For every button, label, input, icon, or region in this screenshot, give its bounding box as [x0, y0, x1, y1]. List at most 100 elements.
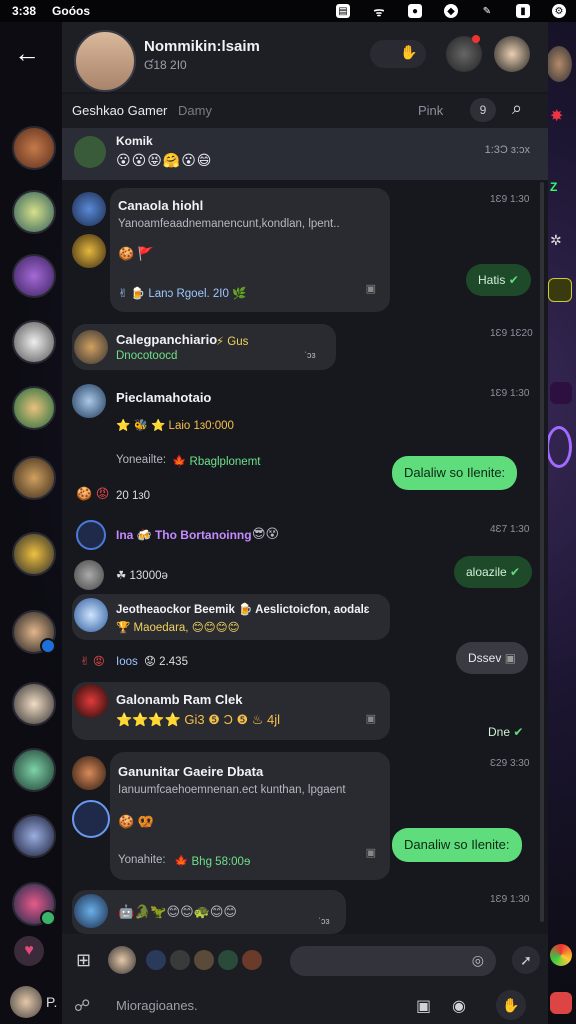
message-emojis: 🤖🐊🦖😊😊🐢😊😊 — [118, 904, 237, 919]
pinned-name: Komik — [116, 134, 153, 148]
voice-icon[interactable]: ✋ — [496, 990, 526, 1020]
sticker-icon[interactable] — [242, 950, 262, 970]
status-carrier: Goóos — [52, 4, 91, 18]
avatar[interactable] — [72, 234, 106, 268]
outgoing-bubble[interactable]: Dne ✔ — [476, 716, 535, 748]
scrollbar[interactable] — [540, 182, 544, 922]
left-dock-label: P. — [46, 994, 58, 1010]
avatar — [74, 330, 108, 364]
avatar[interactable] — [76, 520, 106, 550]
outgoing-bubble[interactable]: Hatis ✔ — [466, 264, 531, 296]
message-subtext: ☘ 13000ə — [116, 570, 168, 582]
outgoing-bubble[interactable]: aloazile ✔ — [454, 556, 533, 588]
sticker-icon[interactable] — [218, 950, 238, 970]
chat-panel: Nommikin:lsaim Ɠ18 2I0 ✋ Geshkao Gamer D… — [62, 22, 548, 1024]
check-icon: ✔ — [513, 725, 524, 739]
gallery-icon[interactable]: ▣ — [416, 996, 431, 1016]
tool-icon: ✲ — [550, 232, 562, 248]
outgoing-text: aloazile — [466, 565, 507, 579]
notification-avatar[interactable] — [446, 35, 482, 72]
avatar[interactable] — [12, 190, 56, 234]
tab-active[interactable]: Geshkao Gamer — [72, 103, 167, 118]
message-bubble[interactable]: 🤖🐊🦖😊😊🐢😊😊 ˈɔɜ — [72, 890, 346, 934]
message-reactions[interactable]: 🍪 😡 — [76, 486, 109, 502]
avatar[interactable] — [12, 748, 56, 792]
reaction-icon[interactable]: ✌ 😡 — [80, 654, 105, 668]
pinned-message[interactable]: Komik 😮😮😝🤗😮😄 1:3Ɔ ɜ:ɔx — [62, 128, 548, 180]
message-author: Ganunitar Gaeire Dbata — [118, 764, 264, 779]
avatar[interactable] — [12, 126, 56, 170]
avatar[interactable] — [72, 384, 106, 418]
square-icon — [548, 278, 572, 302]
composer-tools: ⊞ ◎ ➚ — [72, 942, 542, 978]
grid-icon[interactable]: ⊞ — [76, 950, 91, 971]
tab-bar: Geshkao Gamer Damy Pink 9 ⌕ — [62, 94, 548, 128]
chat-header: Nommikin:lsaim Ɠ18 2I0 ✋ — [62, 22, 548, 92]
message-bubble[interactable]: Galonamb Ram Clek ⭐⭐⭐⭐ Gi3 ❺ Ɔ ❺ ♨ 4jl ▣ — [72, 682, 390, 740]
outgoing-bubble[interactable]: Dalaliw so Ilenite: — [392, 456, 518, 490]
avatar[interactable] — [72, 800, 110, 838]
sticker-icon[interactable] — [146, 950, 166, 970]
attach-icon[interactable]: ▣ — [366, 846, 376, 859]
bug-icon: ✸ — [550, 108, 564, 125]
attach-icon[interactable]: ▣ — [366, 712, 376, 725]
tab-secondary[interactable]: Damy — [178, 103, 212, 118]
chat-title: Nommikin:lsaim — [144, 38, 260, 55]
avatar[interactable] — [74, 560, 104, 590]
sticker-icon[interactable] — [194, 950, 214, 970]
sticker-icon[interactable] — [170, 950, 190, 970]
left-dock: ♥ P. — [0, 930, 62, 1024]
message-reactions[interactable]: 🍪 🚩 — [118, 246, 154, 262]
message-input[interactable]: Mioragioanes. — [116, 998, 198, 1013]
chrome-icon — [550, 944, 572, 966]
switch-toggle[interactable]: 9 — [470, 98, 496, 122]
message-reactions[interactable]: 🍪 🥨 — [118, 814, 154, 830]
profile-avatar[interactable] — [494, 36, 530, 72]
search-icon[interactable]: ⌕ — [512, 98, 522, 119]
mic-icon[interactable]: ☍ — [74, 996, 90, 1016]
avatar[interactable] — [12, 386, 56, 430]
message-author: Pieclamahotaio — [116, 390, 212, 405]
outgoing-text: Dne — [488, 725, 511, 739]
emoji-icon[interactable]: ◎ — [472, 952, 484, 969]
avatar[interactable] — [74, 30, 136, 92]
message-author: Calegpanchiario — [116, 332, 218, 347]
message-mini: ˈɔɜ — [304, 350, 316, 360]
outgoing-text: Dssev — [468, 651, 502, 665]
avatar[interactable] — [108, 946, 136, 974]
avatar[interactable] — [72, 756, 106, 790]
avatar[interactable] — [12, 456, 56, 500]
avatar[interactable] — [12, 532, 56, 576]
message-subtext: 🏆 Maoedara, 😊😊😊😊 — [116, 622, 240, 634]
message-text: Yanoamfeaadnemanencunt,kondlan, lpent.. — [118, 218, 340, 230]
message-time: 1Ɛ9 1:30 — [490, 194, 530, 205]
message-text: Ianuumfcaehoemnenan.ect kunthan, lpgaent — [118, 784, 346, 796]
avatar[interactable] — [12, 320, 56, 364]
back-arrow-icon[interactable]: ← — [14, 38, 40, 69]
avatar[interactable] — [12, 254, 56, 298]
camera-icon[interactable]: ◉ — [452, 996, 466, 1016]
outgoing-bubble[interactable]: Danaliw so Ilenite: — [392, 828, 522, 862]
mute-toggle[interactable]: ✋ — [370, 40, 426, 68]
pinned-time: 1:3Ɔ ɜ:ɔx — [484, 144, 530, 156]
heart-icon[interactable]: ♥ — [14, 936, 44, 966]
message-count: 20 1ɜ0 — [116, 490, 151, 502]
message-bubble[interactable]: Canaola hiohl Yanoamfeaadnemanencunt,kon… — [110, 188, 390, 312]
tab-pink[interactable]: Pink — [418, 103, 443, 118]
message-plain: Ioos — [116, 656, 138, 668]
quick-input[interactable]: ◎ — [290, 946, 496, 976]
send-icon[interactable]: ➚ — [512, 946, 540, 974]
attach-icon[interactable]: ▣ — [366, 282, 376, 295]
check-icon: ✔ — [508, 273, 519, 287]
message-extra: ⚡ Gus — [216, 336, 249, 348]
message-line: ⭐ 🐝 ⭐ Laio 1ɜ0:000 — [116, 420, 234, 432]
app-icon — [550, 992, 572, 1014]
avatar[interactable] — [12, 682, 56, 726]
outgoing-text: Hatis — [478, 273, 506, 287]
avatar[interactable] — [12, 814, 56, 858]
message-bubble[interactable]: Calegpanchiario ⚡ Gus Dnocotoocd ˈɔɜ — [72, 324, 336, 370]
message-bubble[interactable]: Jeotheaockor Beemik 🍺 Aeslictoicfon, aod… — [72, 594, 390, 640]
outgoing-bubble[interactable]: Dssev ▣ — [456, 642, 529, 674]
avatar[interactable] — [72, 192, 106, 226]
avatar[interactable] — [10, 986, 42, 1018]
